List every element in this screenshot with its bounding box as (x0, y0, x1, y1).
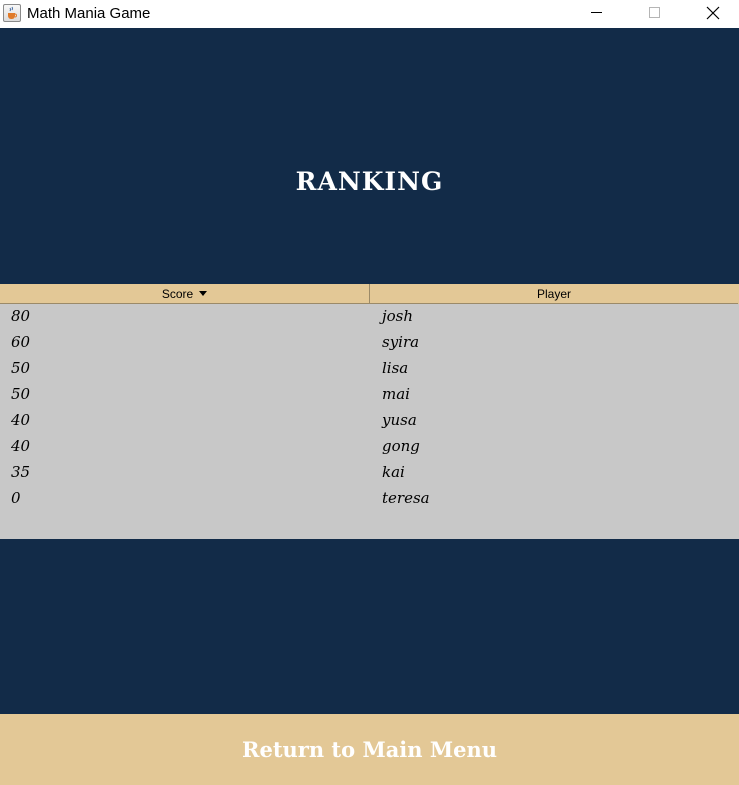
score-cell: 40 (11, 411, 31, 429)
score-cell: 50 (11, 359, 31, 377)
minimize-button[interactable] (574, 0, 620, 28)
score-cell: 40 (11, 437, 31, 455)
player-cell: syira (382, 333, 420, 351)
score-cell: 35 (11, 463, 31, 481)
table-row[interactable]: 60 syira (0, 330, 739, 356)
player-cell: lisa (382, 359, 409, 377)
page-title: RANKING (295, 167, 444, 196)
column-header-score-label: Score (161, 286, 194, 301)
window-title: Math Mania Game (27, 5, 151, 22)
table-row[interactable]: 50 lisa (0, 356, 739, 382)
return-to-main-menu-button[interactable]: Return to Main Menu (0, 714, 739, 785)
ranking-table-header: Score Player (0, 284, 739, 304)
column-header-player[interactable]: Player (370, 284, 738, 304)
player-cell: josh (382, 307, 414, 325)
table-row[interactable]: 0 teresa (0, 486, 739, 512)
background-panel (0, 539, 739, 714)
player-cell: gong (382, 437, 420, 455)
maximize-button[interactable] (631, 0, 677, 28)
score-cell: 80 (11, 307, 31, 325)
player-cell: teresa (382, 489, 430, 507)
score-cell: 50 (11, 385, 31, 403)
score-cell: 60 (11, 333, 31, 351)
column-header-score[interactable]: Score (0, 284, 370, 304)
table-row[interactable]: 80 josh (0, 304, 739, 330)
player-cell: yusa (382, 411, 417, 429)
window-titlebar: Math Mania Game (0, 0, 739, 28)
column-header-player-label: Player (536, 286, 571, 301)
player-cell: mai (382, 385, 410, 403)
player-cell: kai (382, 463, 405, 481)
table-row[interactable]: 40 yusa (0, 408, 739, 434)
ranking-table: 80 josh 60 syira 50 lisa 50 mai 40 yusa … (0, 304, 739, 539)
ranking-header-panel: RANKING (0, 28, 739, 284)
table-row[interactable]: 50 mai (0, 382, 739, 408)
score-cell: 0 (11, 489, 21, 507)
table-row[interactable]: 40 gong (0, 434, 739, 460)
java-cup-icon (3, 4, 21, 22)
sort-descending-icon (199, 291, 208, 296)
table-row[interactable]: 35 kai (0, 460, 739, 486)
close-button[interactable] (690, 0, 736, 28)
